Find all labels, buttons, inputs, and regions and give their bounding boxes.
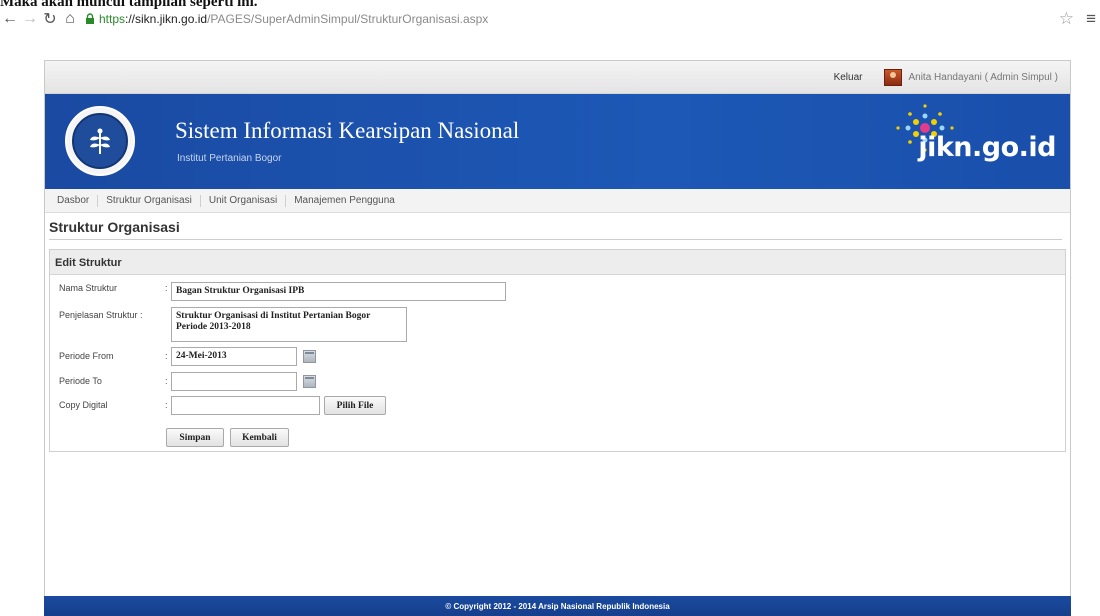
browser-toolbar: ← → ↻ ⌂ https://sikn.jikn.go.id/PAGES/Su… xyxy=(0,6,1100,32)
periode-from-label: Periode From xyxy=(59,351,114,361)
logout-link[interactable]: Keluar xyxy=(834,72,863,83)
penjelasan-struktur-textarea[interactable]: Struktur Organisasi di Institut Pertania… xyxy=(171,307,407,342)
periode-from-input[interactable]: 24-Mei-2013 xyxy=(171,347,297,366)
periode-to-label: Periode To xyxy=(59,376,102,386)
forward-arrow-icon[interactable]: → xyxy=(20,9,40,29)
university-seal-logo xyxy=(65,106,135,176)
user-avatar xyxy=(884,68,903,86)
page-title: Struktur Organisasi xyxy=(49,219,1062,240)
site-subtitle: Institut Pertanian Bogor xyxy=(177,153,282,164)
choose-file-button[interactable]: Pilih File xyxy=(324,396,386,415)
brand-name: jikn.go.id xyxy=(918,132,1056,163)
nav-item-dasbor[interactable]: Dasbor xyxy=(49,194,99,207)
bookmark-star-icon[interactable]: ☆ xyxy=(1059,9,1074,29)
nama-struktur-label: Nama Struktur xyxy=(59,283,118,293)
lock-icon xyxy=(86,13,94,24)
url-host: ://sikn.jikn.go.id xyxy=(125,12,208,26)
user-name: Anita Handayani ( Admin Simpul ) xyxy=(908,71,1058,83)
reload-icon[interactable]: ↻ xyxy=(40,9,60,29)
nav-item-manajemen-pengguna[interactable]: Manajemen Pengguna xyxy=(286,195,403,207)
nav-item-struktur-organisasi[interactable]: Struktur Organisasi xyxy=(98,194,201,207)
calendar-icon[interactable] xyxy=(303,350,316,363)
colon-separator: : xyxy=(165,351,168,361)
address-bar[interactable]: https://sikn.jikn.go.id/PAGES/SuperAdmin… xyxy=(84,12,488,26)
edit-structure-panel: Edit Struktur Nama Struktur : Bagan Stru… xyxy=(49,249,1066,452)
copy-digital-file-input[interactable] xyxy=(171,396,320,415)
penjelasan-struktur-label: Penjelasan Struktur : xyxy=(59,310,143,320)
colon-separator: : xyxy=(165,400,168,410)
main-nav: Dasbor Struktur Organisasi Unit Organisa… xyxy=(45,189,1070,213)
home-icon[interactable]: ⌂ xyxy=(60,9,80,29)
nama-struktur-input[interactable]: Bagan Struktur Organisasi IPB xyxy=(171,282,506,301)
panel-title: Edit Struktur xyxy=(50,250,1065,275)
periode-to-input[interactable] xyxy=(171,372,297,391)
site-title: Sistem Informasi Kearsipan Nasional xyxy=(175,118,520,143)
back-arrow-icon[interactable]: ← xyxy=(0,9,20,29)
copyright-footer: © Copyright 2012 - 2014 Arsip Nasional R… xyxy=(44,596,1071,616)
calendar-icon[interactable] xyxy=(303,375,316,388)
colon-separator: : xyxy=(165,376,168,386)
nav-item-unit-organisasi[interactable]: Unit Organisasi xyxy=(201,194,287,207)
copy-digital-label: Copy Digital xyxy=(59,400,108,410)
user-bar: Keluar Anita Handayani ( Admin Simpul ) xyxy=(45,61,1070,94)
url-scheme: https xyxy=(99,12,126,26)
browser-menu-icon[interactable]: ≡ xyxy=(1086,9,1096,29)
back-button[interactable]: Kembali xyxy=(230,428,289,447)
save-button[interactable]: Simpan xyxy=(166,428,224,447)
web-page: Keluar Anita Handayani ( Admin Simpul ) … xyxy=(44,60,1071,616)
site-banner: Sistem Informasi Kearsipan Nasional Inst… xyxy=(45,94,1070,189)
url-path: /PAGES/SuperAdminSimpul/StrukturOrganisa… xyxy=(207,12,489,26)
plant-emblem-icon xyxy=(90,128,110,154)
colon-separator: : xyxy=(165,283,168,293)
